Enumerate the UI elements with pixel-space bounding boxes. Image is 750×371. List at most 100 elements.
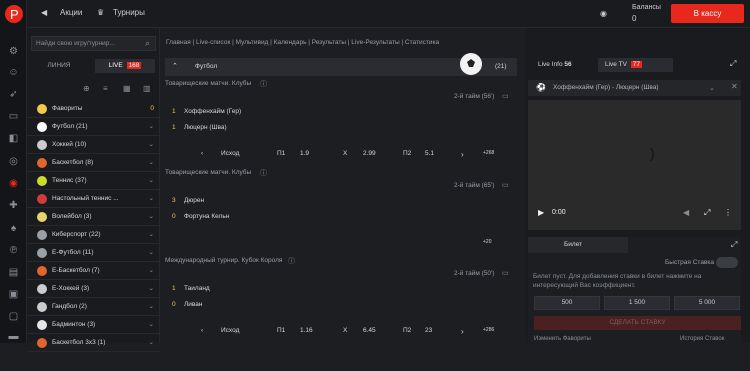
info-icon[interactable]: ⓘ (260, 168, 267, 178)
stats-icon[interactable]: ▤ (6, 266, 21, 279)
sidebar-item[interactable]: Баскетбол 3x3 (1) ⌄ (27, 334, 160, 352)
place-bet-button[interactable]: СДЕЛАТЬ СТАВКУ (534, 316, 741, 330)
tournaments-link[interactable]: Турниры (113, 8, 145, 17)
tv-icon[interactable]: ▭ (502, 269, 509, 277)
breadcrumb[interactable]: Главная | Live-список | Мультивид | Кале… (166, 39, 439, 46)
rocket-icon[interactable]: ➶ (6, 88, 21, 101)
tab-live-tv[interactable]: Live TV 77 (598, 58, 673, 72)
sidebar-item[interactable]: Фавориты 0 (27, 100, 160, 118)
promo-link[interactable]: Акции (60, 8, 82, 17)
eye-off-icon[interactable]: ◉ (600, 9, 607, 18)
trophy-icon[interactable]: ♛ (97, 8, 104, 17)
tab-live[interactable]: LIVE 168 (95, 59, 155, 73)
sidebar-item[interactable]: Хоккей (10) ⌄ (27, 136, 160, 154)
sport-title: Футбол (195, 63, 218, 70)
search-icon[interactable]: ⌕ (145, 38, 150, 49)
odd-value[interactable]: 2.99 (363, 150, 376, 157)
logo-icon[interactable]: P (4, 4, 24, 24)
sidebar-item[interactable]: Баскетбол (8) ⌄ (27, 154, 160, 172)
sidebar-item-label: E-Футбол (11) (52, 249, 94, 256)
info-icon[interactable]: ⓘ (260, 79, 267, 89)
monitor-icon[interactable]: ▢ (6, 310, 21, 323)
video-player[interactable]: ) ▶ 0:00 ◀ ⤢ ⋮ (528, 100, 741, 230)
team-name: Ливан (184, 301, 203, 308)
chevron-down-icon: ⌄ (148, 123, 154, 130)
ticket-icon[interactable]: ◧ (6, 132, 21, 145)
channel-select[interactable]: ⚽ Хоффенхайм (Гер) - Люцерн (Шва) ⌄ (528, 80, 741, 96)
team-row[interactable]: 0 Фортуна Кельн (172, 213, 229, 220)
sidebar: Найди свою игру/турнир... ⌕ ЛИНИЯ LIVE 1… (27, 28, 160, 352)
sidebar-item[interactable]: Футбол (21) ⌄ (27, 118, 160, 136)
stake-button[interactable]: 500 (534, 296, 600, 310)
sport-header[interactable]: ⌃ Футбол (21) (165, 53, 517, 76)
pin-off-icon[interactable]: ✕ (731, 82, 738, 91)
section-title: Товарищеские матчи. Клубы (165, 169, 252, 176)
settings-icon[interactable]: ⚙ (6, 45, 21, 58)
expand-icon[interactable]: ⤢ (731, 240, 737, 250)
sidebar-item[interactable]: Настольный теннис ... ⌄ (27, 190, 160, 208)
team-row[interactable]: 1 Таиланд (172, 285, 210, 292)
odd-value[interactable]: 6.45 (363, 327, 376, 334)
mute-icon[interactable]: ◀ (683, 208, 689, 217)
sport-icon (37, 140, 47, 150)
team-row[interactable]: 0 Ливан (172, 301, 202, 308)
chat-icon[interactable]: ▬ (6, 330, 21, 343)
sidebar-item[interactable]: Киберспорт (22) ⌄ (27, 226, 160, 244)
stake-button[interactable]: 1 500 (604, 296, 670, 310)
more-markets[interactable]: +20 (483, 239, 491, 245)
layout-icon[interactable]: ▥ (143, 84, 151, 93)
sidebar-item[interactable]: Бадминтон (3) ⌄ (27, 316, 160, 334)
chevron-left-icon[interactable]: ‹ (201, 327, 203, 334)
team-row[interactable]: 3 Дюрен (172, 197, 204, 204)
sidebar-item[interactable]: Теннис (37) ⌄ (27, 172, 160, 190)
globe-icon[interactable]: ⊕ (83, 84, 90, 93)
odd-value[interactable]: 23 (425, 327, 432, 334)
team-row[interactable]: 1 Хоффенхайм (Гер) (172, 108, 241, 115)
team-name: Фортуна Кельн (184, 213, 230, 220)
bet-slip-tab[interactable]: Билет (528, 237, 628, 253)
tv-icon[interactable]: ▭ (502, 181, 509, 189)
id-card-icon[interactable]: ▣ (6, 288, 21, 301)
sidebar-item[interactable]: E-Баскетбол (7) ⌄ (27, 262, 160, 280)
more-icon[interactable]: ⋮ (724, 208, 732, 217)
user-icon[interactable]: ☺ (6, 66, 21, 79)
tv-icon[interactable]: ▭ (502, 92, 509, 100)
sidebar-item[interactable]: E-Хоккей (3) ⌄ (27, 280, 160, 298)
sidebar-item[interactable]: E-Футбол (11) ⌄ (27, 244, 160, 262)
chevron-left-icon[interactable]: ‹ (201, 150, 203, 157)
odd-label: Х (343, 327, 348, 334)
sidebar-item[interactable]: Волейбол (3) ⌄ (27, 208, 160, 226)
expand-icon[interactable]: ⤢ (730, 59, 736, 69)
sidebar-item[interactable]: Гандбол (2) ⌄ (27, 298, 160, 316)
tab-live-info[interactable]: Live Info 56 (528, 58, 598, 72)
search-input[interactable]: Найди свою игру/турнир... (31, 36, 156, 51)
bet-history-link[interactable]: История Ставок (680, 336, 724, 342)
fullscreen-icon[interactable]: ⤢ (704, 208, 710, 218)
gamepad-icon[interactable]: ✚ (6, 199, 21, 212)
tab-live-label: LIVE (108, 62, 123, 69)
more-markets[interactable]: +268 (483, 150, 494, 156)
megaphone-icon[interactable]: ◀ (41, 8, 47, 17)
tv-icon[interactable]: ▭ (6, 110, 21, 123)
info-icon[interactable]: ⓘ (288, 256, 295, 266)
grid-icon[interactable]: ▦ (123, 84, 131, 93)
fast-bet-toggle[interactable] (716, 257, 738, 268)
odd-value[interactable]: 1.16 (300, 327, 313, 334)
list-icon[interactable]: ≡ (103, 84, 108, 93)
odd-value[interactable]: 5.1 (425, 150, 434, 157)
cards-icon[interactable]: ♠ (6, 222, 21, 235)
more-markets[interactable]: +286 (483, 327, 494, 333)
ball-icon[interactable]: ◎ (6, 155, 21, 168)
target-icon[interactable]: ◉ (6, 177, 21, 190)
team-row[interactable]: 1 Люцерн (Шва) (172, 124, 227, 131)
tab-line[interactable]: ЛИНИЯ (29, 59, 89, 73)
chevron-right-icon[interactable]: › (461, 327, 464, 336)
cashier-button[interactable]: В кассу (671, 4, 744, 23)
play-icon[interactable]: ▶ (538, 208, 544, 217)
promo-icon[interactable]: ℗ (6, 244, 21, 257)
collapse-icon[interactable]: ⌃ (172, 62, 178, 70)
chevron-right-icon[interactable]: › (461, 150, 464, 159)
odd-value[interactable]: 1.9 (300, 150, 309, 157)
stake-button[interactable]: 5 000 (674, 296, 740, 310)
change-favorites-link[interactable]: Изменить Фавориты (534, 336, 591, 342)
